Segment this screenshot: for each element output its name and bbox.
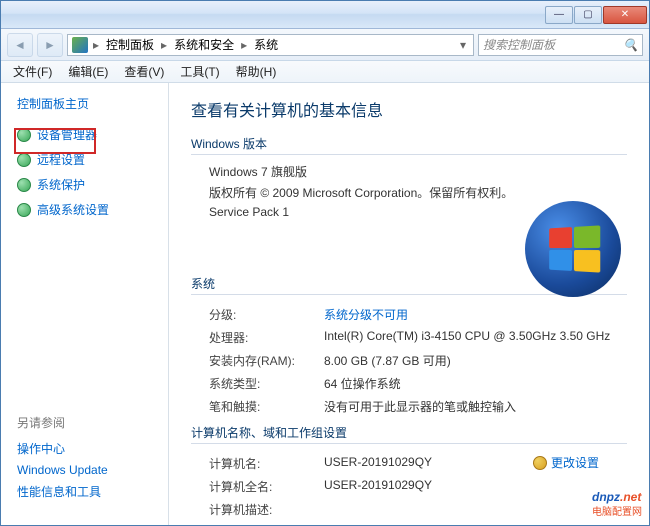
forward-button[interactable]: ► xyxy=(37,33,63,57)
row-label: 系统类型: xyxy=(209,375,324,392)
system-row: 安装内存(RAM):8.00 GB (7.87 GB 可用) xyxy=(191,349,627,372)
shield-icon xyxy=(17,153,31,167)
sidebar-item-label: 设备管理器 xyxy=(37,126,97,143)
sidebar-item-advanced-settings[interactable]: 高级系统设置 xyxy=(1,197,168,222)
edition-line: Windows 7 旗舰版 xyxy=(191,163,627,180)
row-value: 8.00 GB (7.87 GB 可用) xyxy=(324,352,451,369)
shield-icon xyxy=(533,456,547,470)
section-windows-edition: Windows 版本 xyxy=(191,135,627,155)
name-row: 计算机全名:USER-20191029QY xyxy=(191,475,627,498)
sidebar-item-remote-settings[interactable]: 远程设置 xyxy=(1,147,168,172)
change-settings-label: 更改设置 xyxy=(551,454,599,471)
search-placeholder: 搜索控制面板 xyxy=(483,36,555,53)
row-value: WORKGROUP xyxy=(324,524,405,525)
chevron-right-icon: ▸ xyxy=(90,38,102,52)
row-label: 处理器: xyxy=(209,329,324,346)
system-row: 处理器:Intel(R) Core(TM) i3-4150 CPU @ 3.50… xyxy=(191,326,627,349)
chevron-right-icon: ▸ xyxy=(238,38,250,52)
navigation-bar: ◄ ► ▸ 控制面板 ▸ 系统和安全 ▸ 系统 ▾ 搜索控制面板 🔍 xyxy=(1,29,649,61)
control-panel-home-link[interactable]: 控制面板主页 xyxy=(1,91,168,122)
address-bar[interactable]: ▸ 控制面板 ▸ 系统和安全 ▸ 系统 ▾ xyxy=(67,34,474,56)
row-label: 计算机全名: xyxy=(209,478,324,495)
menu-view[interactable]: 查看(V) xyxy=(116,61,172,82)
system-row: 系统类型:64 位操作系统 xyxy=(191,372,627,395)
content-area: 查看有关计算机的基本信息 Windows 版本 Windows 7 旗舰版 版权… xyxy=(169,83,649,525)
see-also-section: 另请参阅 操作中心 Windows Update 性能信息和工具 xyxy=(1,406,168,517)
row-value: USER-20191029QY xyxy=(324,455,432,472)
minimize-button[interactable]: — xyxy=(545,6,573,24)
chevron-right-icon: ▸ xyxy=(158,38,170,52)
section-computer-name: 计算机名称、域和工作组设置 xyxy=(191,424,627,444)
breadcrumb[interactable]: 系统和安全 xyxy=(172,36,236,53)
search-input[interactable]: 搜索控制面板 🔍 xyxy=(478,34,643,56)
row-label: 工作组: xyxy=(209,524,324,525)
row-value: USER-20191029QY xyxy=(324,478,432,495)
sidebar-item-system-protection[interactable]: 系统保护 xyxy=(1,172,168,197)
page-title: 查看有关计算机的基本信息 xyxy=(191,97,627,121)
menu-help[interactable]: 帮助(H) xyxy=(228,61,285,82)
see-also-header: 另请参阅 xyxy=(17,414,152,431)
maximize-button[interactable]: ▢ xyxy=(574,6,602,24)
system-properties-window: — ▢ ✕ ◄ ► ▸ 控制面板 ▸ 系统和安全 ▸ 系统 ▾ 搜索控制面板 🔍… xyxy=(0,0,650,526)
row-label: 安装内存(RAM): xyxy=(209,352,324,369)
menu-edit[interactable]: 编辑(E) xyxy=(60,61,116,82)
see-also-windows-update[interactable]: Windows Update xyxy=(17,460,152,480)
change-settings-link[interactable]: 更改设置 xyxy=(533,454,599,471)
system-row: 分级:系统分级不可用 xyxy=(191,303,627,326)
search-icon: 🔍 xyxy=(623,38,638,52)
row-label: 计算机描述: xyxy=(209,501,324,518)
shield-icon xyxy=(17,128,31,142)
shield-icon xyxy=(17,203,31,217)
sidebar: 控制面板主页 设备管理器 远程设置 系统保护 高级系统设置 另请参阅 操作中心 … xyxy=(1,83,169,525)
sidebar-item-label: 高级系统设置 xyxy=(37,201,109,218)
windows-logo xyxy=(525,201,621,297)
dropdown-icon[interactable]: ▾ xyxy=(457,38,469,52)
row-value[interactable]: 系统分级不可用 xyxy=(324,306,408,323)
breadcrumb[interactable]: 控制面板 xyxy=(104,36,156,53)
edition-copyright: 版权所有 © 2009 Microsoft Corporation。保留所有权利… xyxy=(191,184,627,201)
window-body: 控制面板主页 设备管理器 远程设置 系统保护 高级系统设置 另请参阅 操作中心 … xyxy=(1,83,649,525)
system-row: 笔和触摸:没有可用于此显示器的笔或触控输入 xyxy=(191,395,627,418)
see-also-performance[interactable]: 性能信息和工具 xyxy=(17,480,152,503)
control-panel-icon xyxy=(72,37,88,53)
breadcrumb[interactable]: 系统 xyxy=(252,36,280,53)
sidebar-item-label: 系统保护 xyxy=(37,176,85,193)
close-button[interactable]: ✕ xyxy=(603,6,647,24)
back-button[interactable]: ◄ xyxy=(7,33,33,57)
see-also-action-center[interactable]: 操作中心 xyxy=(17,437,152,460)
row-value: 没有可用于此显示器的笔或触控输入 xyxy=(324,398,516,415)
menu-bar: 文件(F) 编辑(E) 查看(V) 工具(T) 帮助(H) xyxy=(1,61,649,83)
shield-icon xyxy=(17,178,31,192)
row-value: 64 位操作系统 xyxy=(324,375,401,392)
sidebar-item-device-manager[interactable]: 设备管理器 xyxy=(1,122,168,147)
menu-tools[interactable]: 工具(T) xyxy=(172,61,227,82)
row-value: Intel(R) Core(TM) i3-4150 CPU @ 3.50GHz … xyxy=(324,329,610,346)
row-label: 分级: xyxy=(209,306,324,323)
row-label: 计算机名: xyxy=(209,455,324,472)
sidebar-item-label: 远程设置 xyxy=(37,151,85,168)
name-row: 计算机描述: xyxy=(191,498,627,521)
menu-file[interactable]: 文件(F) xyxy=(5,61,60,82)
row-label: 笔和触摸: xyxy=(209,398,324,415)
title-bar: — ▢ ✕ xyxy=(1,1,649,29)
name-row: 工作组:WORKGROUP xyxy=(191,521,627,525)
